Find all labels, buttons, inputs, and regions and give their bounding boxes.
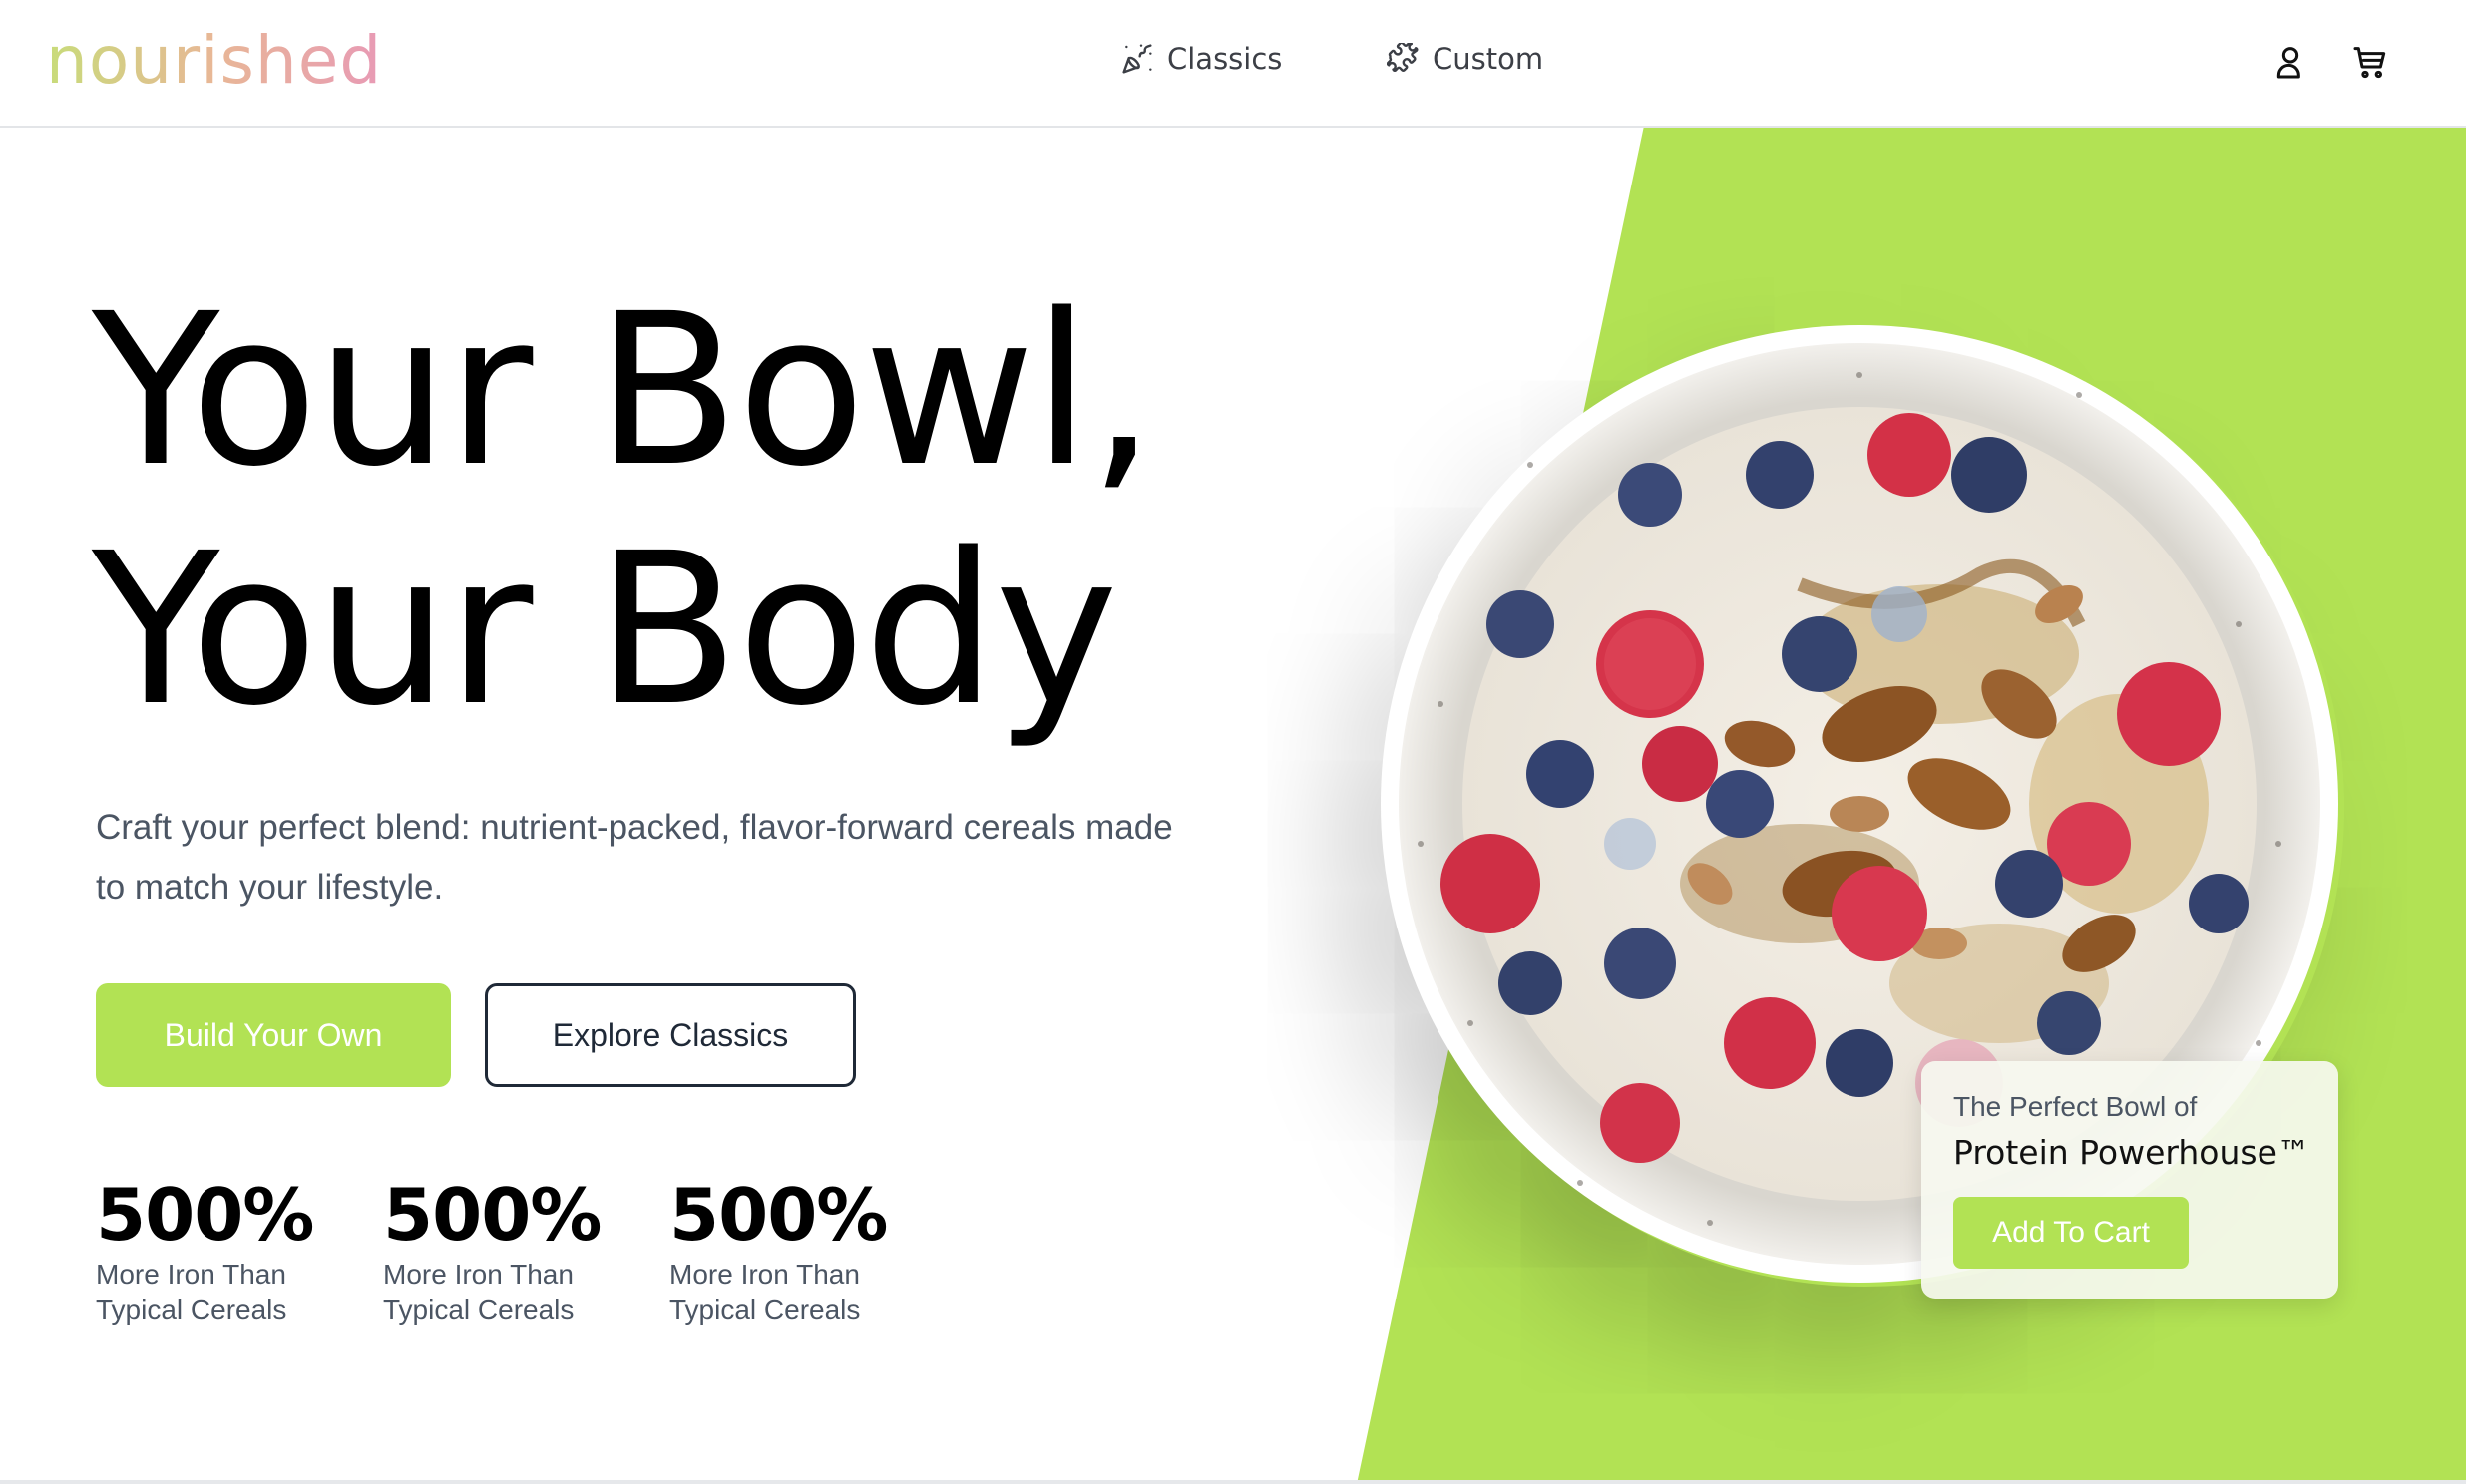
nav-item-classics[interactable]: Classics: [1121, 42, 1282, 76]
headline-line-1: Your Bowl,: [92, 268, 1155, 513]
stat-item: 500% More Iron Than Typical Cereals: [96, 1173, 315, 1328]
headline-line-2: Your Body: [92, 508, 1118, 752]
stat-label: More Iron Than Typical Cereals: [383, 1259, 575, 1325]
explore-classics-button[interactable]: Explore Classics: [485, 983, 856, 1087]
page-divider: [0, 1480, 2466, 1484]
stat-item: 500% More Iron Than Typical Cereals: [383, 1173, 603, 1328]
product-title: Protein Powerhouse™: [1953, 1133, 2310, 1172]
puzzle-icon: [1387, 43, 1419, 73]
stat-label: More Iron Than Typical Cereals: [96, 1259, 287, 1325]
site-header: nourished Classics Custom: [0, 0, 2466, 128]
user-icon[interactable]: [2270, 42, 2310, 82]
hero-subtitle: Craft your perfect blend: nutrient-packe…: [96, 808, 1173, 907]
nav-label-custom: Custom: [1433, 42, 1544, 76]
hero-headline: Your Bowl, Your Body: [92, 268, 1155, 752]
build-your-own-button[interactable]: Build Your Own: [96, 983, 451, 1087]
brand-logo[interactable]: nourished: [46, 22, 382, 99]
stat-item: 500% More Iron Than Typical Cereals: [669, 1173, 889, 1328]
nav-item-custom[interactable]: Custom: [1387, 42, 1543, 76]
cart-icon[interactable]: [2350, 42, 2390, 82]
product-pretitle: The Perfect Bowl of: [1953, 1091, 2198, 1122]
add-to-cart-button[interactable]: Add To Cart: [1953, 1197, 2189, 1269]
stat-value: 500%: [669, 1173, 888, 1257]
stat-value: 500%: [383, 1173, 602, 1257]
product-card: The Perfect Bowl of Protein Powerhouse™ …: [1921, 1061, 2338, 1298]
stat-value: 500%: [96, 1173, 314, 1257]
party-popper-icon: [1122, 44, 1152, 74]
stat-label: More Iron Than Typical Cereals: [669, 1259, 861, 1325]
nav-label-classics: Classics: [1167, 42, 1283, 76]
